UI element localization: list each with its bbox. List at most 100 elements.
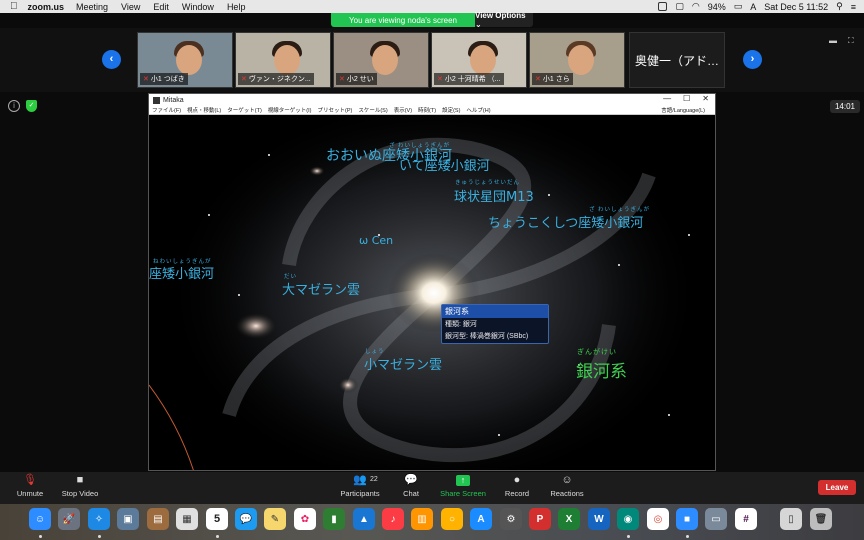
mitaka-menu-display[interactable]: 表示(V) [394, 106, 412, 114]
menu-edit[interactable]: Edit [153, 2, 169, 12]
object-tooltip: 銀河系 種類: 銀河 銀河型: 棒渦巻銀河 (SBbc) [441, 304, 549, 344]
gallery-strip: ‹ ✕ 小1 つばき ✕ ヴァン・ジネクン... ✕ 小2 せい ✕ 小2 十河晴希 （… [0, 28, 864, 92]
participant-tile[interactable]: ✕ 小2 十河晴希 （... [431, 32, 527, 88]
acrobat-icon[interactable]: P [529, 508, 551, 530]
photos-stack-icon[interactable]: ▦ [176, 508, 198, 530]
running-indicator [39, 535, 42, 538]
label-dwarf-galaxy-left[interactable]: 座矮小銀河 [149, 263, 214, 282]
battery-percent: 94% [707, 1, 726, 12]
reactions-button[interactable]: ☺ Reactions [537, 475, 597, 499]
mitaka-menu-target[interactable]: ターゲット(T) [227, 106, 262, 114]
ovals-app-icon[interactable]: ○ [441, 508, 463, 530]
battery-icon[interactable]: ▭ [734, 1, 743, 12]
screen:  zoom.us Meeting View Edit Window Help … [0, 0, 864, 540]
label-milky-way[interactable]: 銀河系 [576, 357, 627, 382]
menu-meeting[interactable]: Meeting [76, 2, 108, 12]
mitaka-menu-time[interactable]: 時刻(T) [418, 106, 436, 114]
participant-tile-text[interactable]: 奥健一（アド… [629, 32, 725, 88]
zoom-dock-icon[interactable]: ■ [676, 508, 698, 530]
label-omega-centauri[interactable]: ω Cen [359, 234, 393, 247]
books-icon[interactable]: ▥ [411, 508, 433, 530]
screenshot-icon[interactable]: ▭ [705, 508, 727, 530]
encryption-shield-icon[interactable]: ✓ [26, 100, 37, 112]
participant-tile[interactable]: ✕ 小1 さら [529, 32, 625, 88]
documents-stack-icon[interactable]: ▯ [780, 508, 802, 530]
share-screen-button[interactable]: ↑ Share Screen [433, 475, 493, 498]
participant-name: ✕ 小1 さら [532, 73, 573, 85]
mitaka-menu-preset[interactable]: プリセット(P) [318, 106, 353, 114]
camera-status-icon[interactable] [658, 2, 668, 11]
muted-mic-icon: ✕ [339, 76, 345, 83]
fullscreen-icon[interactable]: ⛶ [848, 36, 854, 46]
trash-icon[interactable]: 🗑 [810, 508, 832, 530]
menu-help[interactable]: Help [227, 2, 246, 12]
minimize-icon[interactable]: — [663, 94, 671, 103]
participant-tile[interactable]: ✕ 小2 せい [333, 32, 429, 88]
calendar-icon[interactable]: 5 [206, 508, 228, 530]
maximize-icon[interactable]: ☐ [683, 94, 690, 103]
menu-window[interactable]: Window [182, 2, 214, 12]
mitaka-menu-help[interactable]: ヘルプ(H) [466, 106, 490, 114]
record-label: Record [504, 489, 530, 498]
apple-menu-icon[interactable]:  [10, 1, 18, 12]
mitaka-dock-icon[interactable]: ◉ [617, 508, 639, 530]
chat-button[interactable]: 💬 Chat [381, 475, 441, 499]
music-icon[interactable]: ♪ [382, 508, 404, 530]
keynote-icon[interactable]: ▲ [353, 508, 375, 530]
info-icon[interactable]: i [8, 100, 20, 112]
running-indicator [98, 535, 101, 538]
excel-icon[interactable]: X [558, 508, 580, 530]
leave-button[interactable]: Leave [818, 480, 856, 495]
photos-icon[interactable]: ✿ [294, 508, 316, 530]
label-sagittarius-dwarf[interactable]: いて座矮小銀河 [399, 155, 490, 174]
participant-name: ✕ 小2 十河晴希 （... [434, 73, 504, 85]
word-icon[interactable]: W [588, 508, 610, 530]
safari-icon[interactable]: ✧ [88, 508, 110, 530]
layout-icon[interactable]: ▬ [829, 36, 837, 45]
clock[interactable]: Sat Dec 5 11:52 [764, 2, 828, 12]
close-icon[interactable]: ✕ [702, 94, 709, 103]
preview-icon[interactable]: ▣ [117, 508, 139, 530]
mitaka-menu-file[interactable]: ファイル(F) [152, 106, 181, 114]
label-furigana: ぎんがけい [577, 349, 617, 356]
galaxy-view[interactable]: ざ わいしょうぎんが おおいぬ座矮小銀河 いて座矮小銀河 きゅうじょうせいだん … [149, 115, 715, 470]
mitaka-menu-scale[interactable]: スケール(S) [358, 106, 387, 114]
control-center-icon[interactable]: ≡ [851, 2, 856, 12]
wifi-icon[interactable]: ◠ [692, 1, 700, 12]
system-preferences-icon[interactable]: ⚙ [500, 508, 522, 530]
prev-page-button[interactable]: ‹ [102, 50, 121, 69]
view-options-button[interactable]: View Options ⌄ [475, 11, 533, 29]
app-store-icon[interactable]: A [470, 508, 492, 530]
chrome-icon[interactable]: ◎ [647, 508, 669, 530]
launchpad-icon[interactable]: 🚀 [58, 508, 80, 530]
mitaka-menu-viewpoint[interactable]: 視点・移動(L) [187, 106, 221, 114]
slack-icon[interactable]: # [735, 508, 757, 530]
spotlight-icon[interactable]: ⚲ [836, 1, 843, 12]
finder-icon[interactable]: ☺ [29, 508, 51, 530]
next-page-button[interactable]: › [743, 50, 762, 69]
stop-video-button[interactable]: ■ Stop Video [50, 475, 110, 499]
notes-icon[interactable]: ✎ [264, 508, 286, 530]
label-smc[interactable]: 小マゼラン雲 [364, 354, 442, 373]
mitaka-menu-gaze-target[interactable]: 視線ターゲット(I) [268, 106, 312, 114]
label-m13[interactable]: 球状星団M13 [454, 186, 534, 205]
contacts-icon[interactable]: ▤ [147, 508, 169, 530]
mitaka-app-icon [153, 96, 160, 104]
mitaka-menu-language[interactable]: 言語/Language(L) [661, 106, 705, 114]
label-sculptor-dwarf[interactable]: ちょうこくしつ座矮小銀河 [488, 212, 643, 231]
muted-mic-icon: 🎙 [23, 474, 37, 486]
share-screen-label: Share Screen [440, 489, 486, 498]
mitaka-menu-settings[interactable]: 設定(S) [442, 106, 460, 114]
app-menu[interactable]: zoom.us [28, 2, 65, 12]
zoom-status-icon[interactable]: ▢ [675, 1, 684, 12]
label-lmc[interactable]: 大マゼラン雲 [282, 279, 360, 298]
muted-mic-icon: ✕ [535, 76, 541, 83]
participant-tile[interactable]: ✕ 小1 つばき [137, 32, 233, 88]
input-source-icon[interactable]: A [750, 2, 756, 12]
menu-view[interactable]: View [121, 2, 140, 12]
participant-tile[interactable]: ✕ ヴァン・ジネクン... [235, 32, 331, 88]
share-screen-icon: ↑ [456, 475, 470, 486]
numbers-icon[interactable]: ▮ [323, 508, 345, 530]
participants-count: 22 [370, 476, 378, 483]
messages-icon[interactable]: 💬 [235, 508, 257, 530]
